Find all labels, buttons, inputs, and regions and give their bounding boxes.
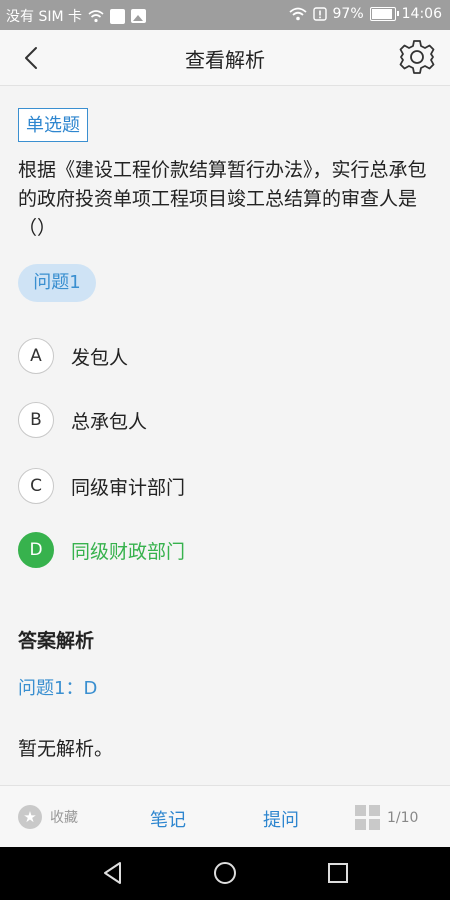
option-b[interactable]: B 总承包人 [18, 400, 418, 440]
option-letter: C [18, 468, 54, 504]
option-text: 总承包人 [71, 410, 148, 433]
wifi-off-icon [88, 10, 104, 23]
favorite-button[interactable]: ★ 收藏 [18, 805, 78, 829]
option-c[interactable]: C 同级审计部门 [18, 466, 418, 506]
favorite-label: 收藏 [50, 810, 78, 826]
question-label-pill[interactable]: 问题1 [18, 264, 96, 302]
answer-line: 问题1：D [18, 678, 98, 699]
option-letter: B [18, 402, 54, 438]
analysis-title: 答案解析 [18, 630, 95, 652]
carrier-label: 没有 SIM 卡 [6, 9, 82, 25]
notification-icon [110, 8, 125, 24]
wifi-icon [288, 7, 307, 21]
system-nav-bar [0, 847, 450, 900]
nav-recents-icon[interactable] [325, 860, 351, 886]
battery-percent: 97% [332, 6, 364, 22]
question-text: 根据《建设工程价款结算暂行办法》，实行总承包的政府投资单项工程项目竣工总结算的审… [18, 159, 427, 239]
clock: 14:06 [401, 6, 442, 22]
battery-icon [369, 7, 399, 21]
option-text: 同级财政部门 [71, 540, 186, 563]
page-indicator[interactable]: 1/10 [387, 810, 418, 826]
grid-icon[interactable] [355, 805, 380, 830]
app-header: 查看解析 [0, 30, 450, 86]
gear-icon[interactable] [398, 38, 436, 76]
question-type-tag: 单选题 [18, 108, 88, 142]
nav-home-icon[interactable] [212, 860, 238, 886]
option-d[interactable]: D 同级财政部门 [18, 530, 418, 570]
option-letter: D [18, 532, 54, 568]
alert-icon [312, 7, 327, 21]
status-bar: 没有 SIM 卡 97% 14:06 [0, 0, 450, 30]
bottom-toolbar: ★ 收藏 笔记 提问 1/10 [0, 785, 450, 848]
option-text: 发包人 [71, 346, 129, 369]
image-notification-icon [131, 9, 146, 23]
analysis-text: 暂无解析。 [18, 738, 114, 760]
option-text: 同级审计部门 [71, 476, 186, 499]
page-title: 查看解析 [185, 48, 265, 72]
option-letter: A [18, 338, 54, 374]
ask-button[interactable]: 提问 [263, 806, 299, 832]
notes-button[interactable]: 笔记 [150, 806, 186, 832]
nav-back-icon[interactable] [100, 860, 126, 886]
option-a[interactable]: A 发包人 [18, 336, 418, 376]
star-icon: ★ [18, 805, 42, 829]
